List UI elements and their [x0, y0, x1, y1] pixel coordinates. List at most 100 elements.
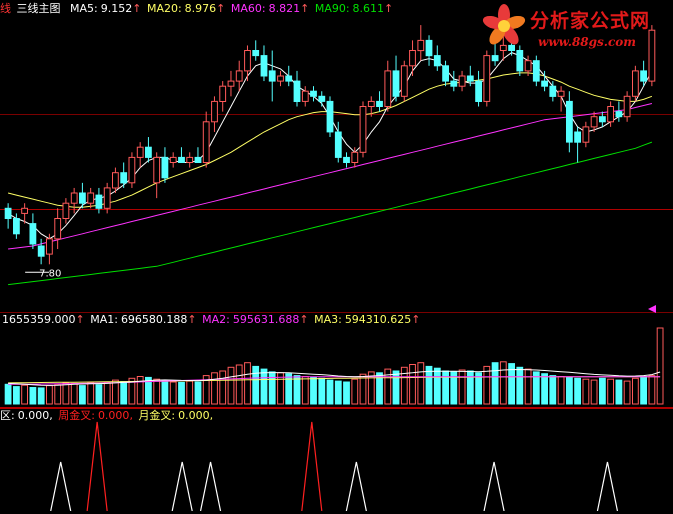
ma60-arrow: ↑ — [300, 2, 310, 15]
candle-body — [277, 75, 284, 82]
candle-body — [566, 100, 573, 143]
site-logo: 分析家公式网 www.88gs.com — [478, 2, 668, 52]
logo-url[interactable]: www.88gs.com — [538, 35, 636, 49]
candle-body — [359, 106, 367, 153]
candle-body — [13, 218, 20, 235]
candle-body — [384, 70, 392, 107]
candle-body — [112, 172, 119, 189]
volume-bar — [334, 380, 342, 405]
candle-body — [450, 80, 458, 87]
volume-value: 1655359.000 — [2, 313, 76, 326]
volume-bar — [169, 381, 177, 405]
candle-body — [351, 151, 359, 164]
candle-body — [260, 55, 268, 77]
candle-body — [400, 65, 408, 97]
ma3-value: 594310.625 — [344, 313, 412, 326]
candle-body — [145, 146, 152, 158]
candle-body — [293, 80, 301, 102]
volume-bar — [417, 362, 425, 405]
week-signal-spike — [86, 421, 108, 512]
day-signal-label: 区: — [0, 409, 15, 422]
candle-body — [120, 172, 128, 184]
candle-body — [194, 156, 202, 163]
volume-bar — [87, 381, 95, 405]
ma90-arrow: ↑ — [384, 2, 394, 15]
volume-bar — [21, 384, 29, 405]
volume-bar — [310, 376, 317, 405]
ma3-arrow: ↑ — [411, 313, 421, 326]
ma5-value: 9.152 — [100, 2, 133, 15]
candle-body — [268, 70, 276, 82]
volume-bar — [120, 381, 128, 405]
candle-body — [186, 156, 194, 163]
volume-bar — [79, 385, 86, 405]
candle-body — [103, 187, 111, 209]
candle-body — [640, 70, 648, 82]
volume-bar — [343, 381, 350, 405]
ma5-line — [7, 52, 653, 240]
day-signal-value: 0.000 — [17, 409, 50, 422]
volume-bar — [524, 368, 532, 405]
ma3-label: MA3: — [314, 313, 342, 326]
volume-bar — [54, 384, 62, 405]
candle-body — [21, 207, 29, 214]
candle-body — [491, 55, 499, 62]
ma90-label: MA90: — [314, 2, 350, 15]
ma20-value: 8.976 — [184, 2, 217, 15]
volume-bar — [574, 377, 582, 405]
volume-bar — [62, 382, 70, 405]
candle-body — [178, 156, 185, 163]
volume-bar — [516, 366, 524, 405]
volume-bar — [186, 380, 194, 405]
ma2-value: 595631.688 — [232, 313, 300, 326]
volume-bar — [46, 385, 53, 405]
volume-bar — [260, 368, 268, 405]
indicator-name[interactable]: 三线主图 — [17, 2, 61, 15]
volume-bar — [285, 373, 293, 405]
volume-arrow: ↑ — [75, 313, 85, 326]
ma5-label: MA5: — [70, 2, 98, 15]
ma1-value: 696580.188 — [120, 313, 188, 326]
volume-bar — [541, 373, 549, 405]
volume-bar — [70, 382, 78, 405]
month-signal-value: 0.000 — [178, 409, 210, 422]
day-signal-spike — [50, 461, 72, 512]
day-signal-spike — [596, 461, 619, 512]
chart-canvas: 7.80 — [0, 25, 673, 512]
candle-body — [62, 202, 70, 219]
volume-bar — [219, 370, 227, 405]
candle-body — [615, 111, 623, 118]
candle-body — [202, 121, 210, 164]
volume-bar — [153, 378, 161, 405]
flower-logo-icon — [482, 4, 526, 45]
volume-bar — [37, 387, 45, 405]
volume-bar — [607, 378, 615, 405]
volume-bar — [442, 370, 450, 405]
candle-body — [46, 238, 53, 255]
candle-body — [87, 192, 95, 204]
volume-bar — [351, 378, 359, 405]
volume-bar — [4, 383, 12, 405]
indicator-edge-glyph: 线 — [0, 2, 11, 15]
volume-bar — [392, 370, 400, 405]
candle-body — [153, 156, 161, 184]
ma90-line — [8, 141, 653, 286]
ma2-arrow: ↑ — [299, 313, 309, 326]
candle-body — [95, 194, 103, 209]
candle-body — [301, 90, 309, 102]
volume-bar — [623, 380, 631, 405]
candle-body — [29, 223, 37, 245]
candle-body — [532, 60, 540, 82]
candle-body — [70, 192, 78, 204]
volume-bar — [178, 381, 185, 405]
candle-body — [334, 131, 342, 158]
ma20-label: MA20: — [146, 2, 182, 15]
volume-bar — [458, 369, 466, 405]
volume-bar — [293, 375, 301, 405]
candle-body — [607, 106, 615, 123]
ma5-arrow: ↑ — [132, 2, 142, 15]
ma60-value: 8.821 — [268, 2, 301, 15]
volume-bar — [656, 327, 664, 405]
volume-bar — [466, 370, 474, 405]
candle-body — [161, 156, 169, 179]
